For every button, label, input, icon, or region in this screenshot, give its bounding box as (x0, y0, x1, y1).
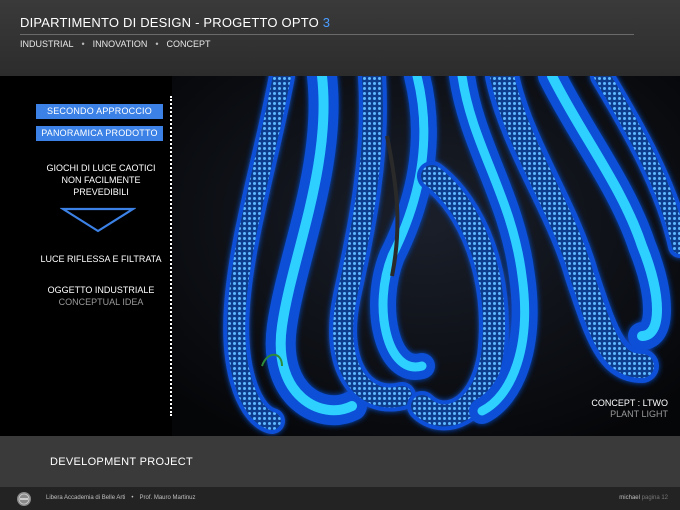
footer: Libera Accademia di Belle Arti • Prof. M… (0, 487, 680, 510)
breadcrumb-concept[interactable]: CONCEPT (167, 39, 211, 49)
academy-logo-icon (17, 492, 31, 506)
professor-name: Prof. Mauro Martinuz (139, 495, 196, 501)
description-line: GIOCHI DI LUCE CAOTICI (46, 163, 156, 173)
conceptual-idea-subtitle: CONCEPTUAL IDEA (58, 297, 144, 307)
concept-subtitle: PLANT LIGHT (610, 409, 668, 419)
author-name: michael (619, 495, 640, 501)
panoramica-prodotto-button[interactable]: PANORAMICA PRODOTTO (36, 126, 163, 141)
description-chaotic-light: GIOCHI DI LUCE CAOTICI NON FACILMENTE PR… (26, 162, 176, 198)
triangle-down-icon (60, 207, 136, 233)
page-number: pagina 12 (641, 495, 668, 501)
concept-title: CONCEPT : LTWO (591, 398, 668, 408)
main-content: SECONDO APPROCCIO PANORAMICA PRODOTTO GI… (0, 76, 680, 436)
secondo-approccio-button[interactable]: SECONDO APPROCCIO (36, 104, 163, 119)
description-line: PREVEDIBILI (73, 187, 129, 197)
footer-page-info: michael pagina 12 (619, 495, 668, 501)
header-divider (20, 34, 634, 35)
development-bar: DEVELOPMENT PROJECT (0, 436, 680, 487)
footer-credits: Libera Accademia di Belle Arti • Prof. M… (46, 495, 196, 501)
academy-name: Libera Accademia di Belle Arti (46, 495, 126, 501)
breadcrumb-separator: • (81, 39, 85, 49)
title-text: DIPARTIMENTO DI DESIGN - PROGETTO OPTO (20, 15, 323, 30)
page-title: DIPARTIMENTO DI DESIGN - PROGETTO OPTO 3 (20, 15, 330, 30)
sidebar: SECONDO APPROCCIO PANORAMICA PRODOTTO GI… (0, 76, 170, 436)
product-render-image (172, 76, 680, 436)
industrial-object-label: OGGETTO INDUSTRIALE CONCEPTUAL IDEA (26, 284, 176, 308)
footer-separator: • (131, 495, 134, 501)
reflected-light-label: LUCE RIFLESSA E FILTRATA (40, 254, 162, 264)
breadcrumb-innovation[interactable]: INNOVATION (93, 39, 148, 49)
header: DIPARTIMENTO DI DESIGN - PROGETTO OPTO 3… (0, 0, 680, 76)
industrial-object-title: OGGETTO INDUSTRIALE (47, 285, 155, 295)
breadcrumb-industrial[interactable]: INDUSTRIAL (20, 39, 74, 49)
development-project-label: DEVELOPMENT PROJECT (50, 456, 194, 468)
concept-caption: CONCEPT : LTWO PLANT LIGHT (591, 398, 668, 420)
description-line: NON FACILMENTE (61, 175, 141, 185)
title-accent-number: 3 (322, 15, 331, 30)
breadcrumb-separator: • (155, 39, 159, 49)
breadcrumb: INDUSTRIAL • INNOVATION • CONCEPT (20, 39, 211, 49)
